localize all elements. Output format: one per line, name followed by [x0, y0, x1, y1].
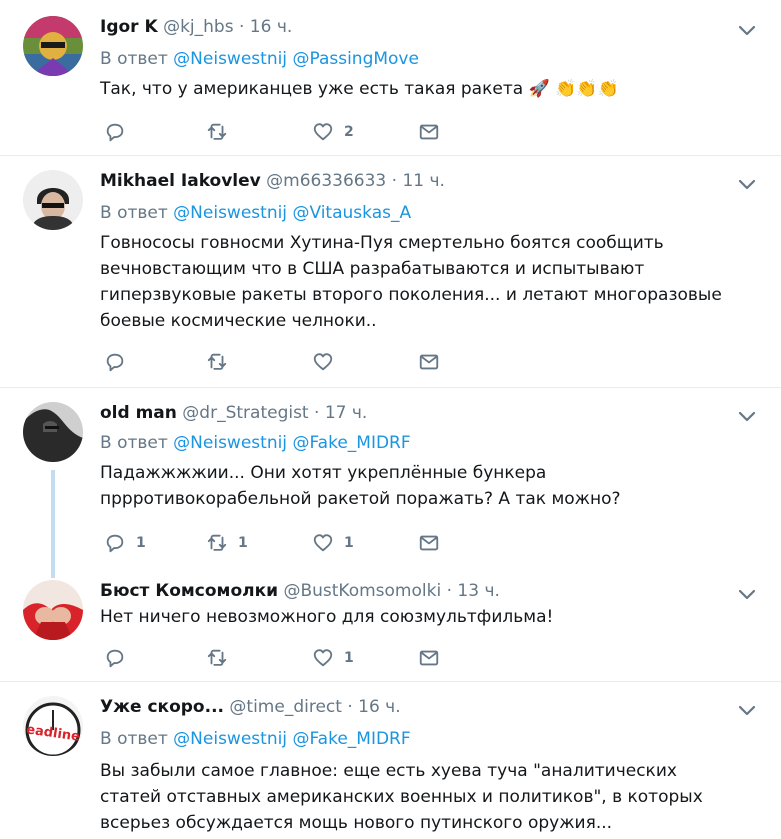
mention-link[interactable]: @PassingMove: [292, 49, 419, 69]
timestamp[interactable]: 17 ч.: [325, 403, 367, 423]
like-button[interactable]: 1: [312, 531, 354, 555]
timestamp[interactable]: 16 ч.: [250, 17, 292, 37]
reply-icon: [106, 123, 124, 142]
mention-link[interactable]: @Vitauskas_A: [292, 203, 411, 223]
reply-prefix: В ответ: [100, 433, 168, 453]
retweet-button[interactable]: [206, 120, 238, 144]
retweet-icon: [207, 649, 227, 666]
like-count: 1: [344, 650, 354, 666]
retweet-icon: [207, 123, 227, 140]
retweet-button[interactable]: [206, 350, 238, 374]
reply-button[interactable]: 1: [104, 531, 146, 555]
reply-prefix: В ответ: [100, 49, 168, 69]
timestamp[interactable]: 16 ч.: [358, 697, 400, 717]
reply-icon: [106, 534, 124, 553]
retweet-button[interactable]: 1: [206, 531, 248, 555]
timestamp[interactable]: 11 ч.: [402, 171, 444, 191]
chevron-down-icon[interactable]: [735, 18, 759, 42]
timestamp[interactable]: 13 ч.: [457, 581, 499, 601]
like-count: 2: [344, 124, 354, 140]
avatar[interactable]: [23, 402, 83, 462]
reply-button[interactable]: [104, 120, 136, 144]
mention-link[interactable]: @Neiswestnij: [173, 49, 287, 69]
mention-link[interactable]: @Neiswestnij: [173, 203, 287, 223]
tweet[interactable]: Mikhael Iakovlev @m66336633 · 11 ч. В от…: [0, 156, 781, 388]
tweet-actions: 1: [100, 646, 460, 670]
envelope-icon: [419, 124, 439, 140]
retweet-icon: [207, 353, 227, 370]
tweet-actions: 2: [100, 120, 460, 144]
like-button[interactable]: [312, 350, 344, 374]
heart-icon: [313, 353, 333, 371]
reply-count: 1: [136, 535, 146, 551]
envelope-icon: [419, 535, 439, 551]
direct-message-button[interactable]: [418, 350, 440, 374]
author-name[interactable]: Igor K: [100, 17, 158, 37]
reply-context: В ответ @Neiswestnij @Fake_MIDRF: [100, 432, 411, 454]
chevron-down-icon[interactable]: [735, 404, 759, 428]
like-count: 1: [344, 535, 354, 551]
mention-link[interactable]: @Fake_MIDRF: [292, 729, 410, 749]
tweet-text: Нет ничего невозможного для союзмультфил…: [100, 607, 554, 627]
author-name[interactable]: Mikhael Iakovlev: [100, 171, 261, 191]
reply-prefix: В ответ: [100, 729, 168, 749]
reply-context: В ответ @Neiswestnij @Vitauskas_A: [100, 202, 411, 224]
avatar[interactable]: [23, 170, 83, 230]
heart-icon: [313, 534, 333, 552]
like-button[interactable]: 1: [312, 646, 354, 670]
reply-prefix: В ответ: [100, 203, 168, 223]
avatar[interactable]: [23, 16, 83, 76]
author-handle[interactable]: @BustKomsomolki: [283, 581, 441, 601]
tweet[interactable]: Igor K @kj_hbs · 16 ч. В ответ @Neiswest…: [0, 0, 781, 156]
author-name[interactable]: old man: [100, 403, 177, 423]
mention-link[interactable]: @Fake_MIDRF: [292, 433, 410, 453]
tweet-actions: [100, 350, 460, 374]
reply-context: В ответ @Neiswestnij @Fake_MIDRF: [100, 728, 411, 750]
chevron-down-icon[interactable]: [735, 698, 759, 722]
heart-icon: [313, 649, 333, 667]
direct-message-button[interactable]: [418, 646, 440, 670]
retweet-count: 1: [238, 535, 248, 551]
direct-message-button[interactable]: [418, 120, 440, 144]
author-handle[interactable]: @m66336633: [266, 171, 386, 191]
mention-link[interactable]: @Neiswestnij: [173, 433, 287, 453]
mention-link[interactable]: @Neiswestnij: [173, 729, 287, 749]
reply-context: В ответ @Neiswestnij @PassingMove: [100, 48, 419, 70]
separator: ·: [238, 17, 245, 37]
retweet-icon: [207, 534, 227, 551]
author-name[interactable]: Бюст Комсомолки: [100, 581, 278, 601]
tweet-text: Падажжжжии... Они хотят укреплённые бунк…: [100, 463, 621, 509]
chevron-down-icon[interactable]: [735, 582, 759, 606]
tweet[interactable]: old man @dr_Strategist · 17 ч. В ответ @…: [0, 388, 781, 566]
separator: ·: [314, 403, 320, 423]
direct-message-button[interactable]: [418, 531, 440, 555]
reply-icon: [106, 649, 124, 668]
envelope-icon: [419, 650, 439, 666]
tweet[interactable]: eadline Уже скоро... @time_direct · 16 ч…: [0, 682, 781, 839]
envelope-icon: [419, 354, 439, 370]
separator: ·: [391, 171, 398, 191]
tweet-actions: 1 1 1: [100, 531, 460, 555]
author-name[interactable]: Уже скоро...: [100, 697, 224, 717]
tweet[interactable]: Бюст Комсомолки @BustKomsomolki · 13 ч. …: [0, 566, 781, 682]
author-handle[interactable]: @dr_Strategist: [182, 403, 308, 423]
reply-button[interactable]: [104, 350, 136, 374]
tweet-text: Вы забыли самое главное: еще есть хуева …: [100, 761, 703, 833]
tweet-text: Так, что у американцев уже есть такая ра…: [100, 79, 619, 99]
chevron-down-icon[interactable]: [735, 172, 759, 196]
like-button[interactable]: 2: [312, 120, 354, 144]
avatar[interactable]: eadline: [23, 696, 83, 756]
tweet-text: Говнососы говносми Хутина-Пуя смертельно…: [100, 233, 722, 331]
retweet-button[interactable]: [206, 646, 238, 670]
heart-icon: [313, 123, 333, 141]
separator: ·: [446, 581, 452, 601]
author-handle[interactable]: @time_direct: [229, 697, 342, 717]
reply-icon: [106, 353, 124, 372]
reply-button[interactable]: [104, 646, 136, 670]
separator: ·: [347, 697, 353, 717]
author-handle[interactable]: @kj_hbs: [163, 17, 234, 37]
avatar[interactable]: [23, 580, 83, 640]
